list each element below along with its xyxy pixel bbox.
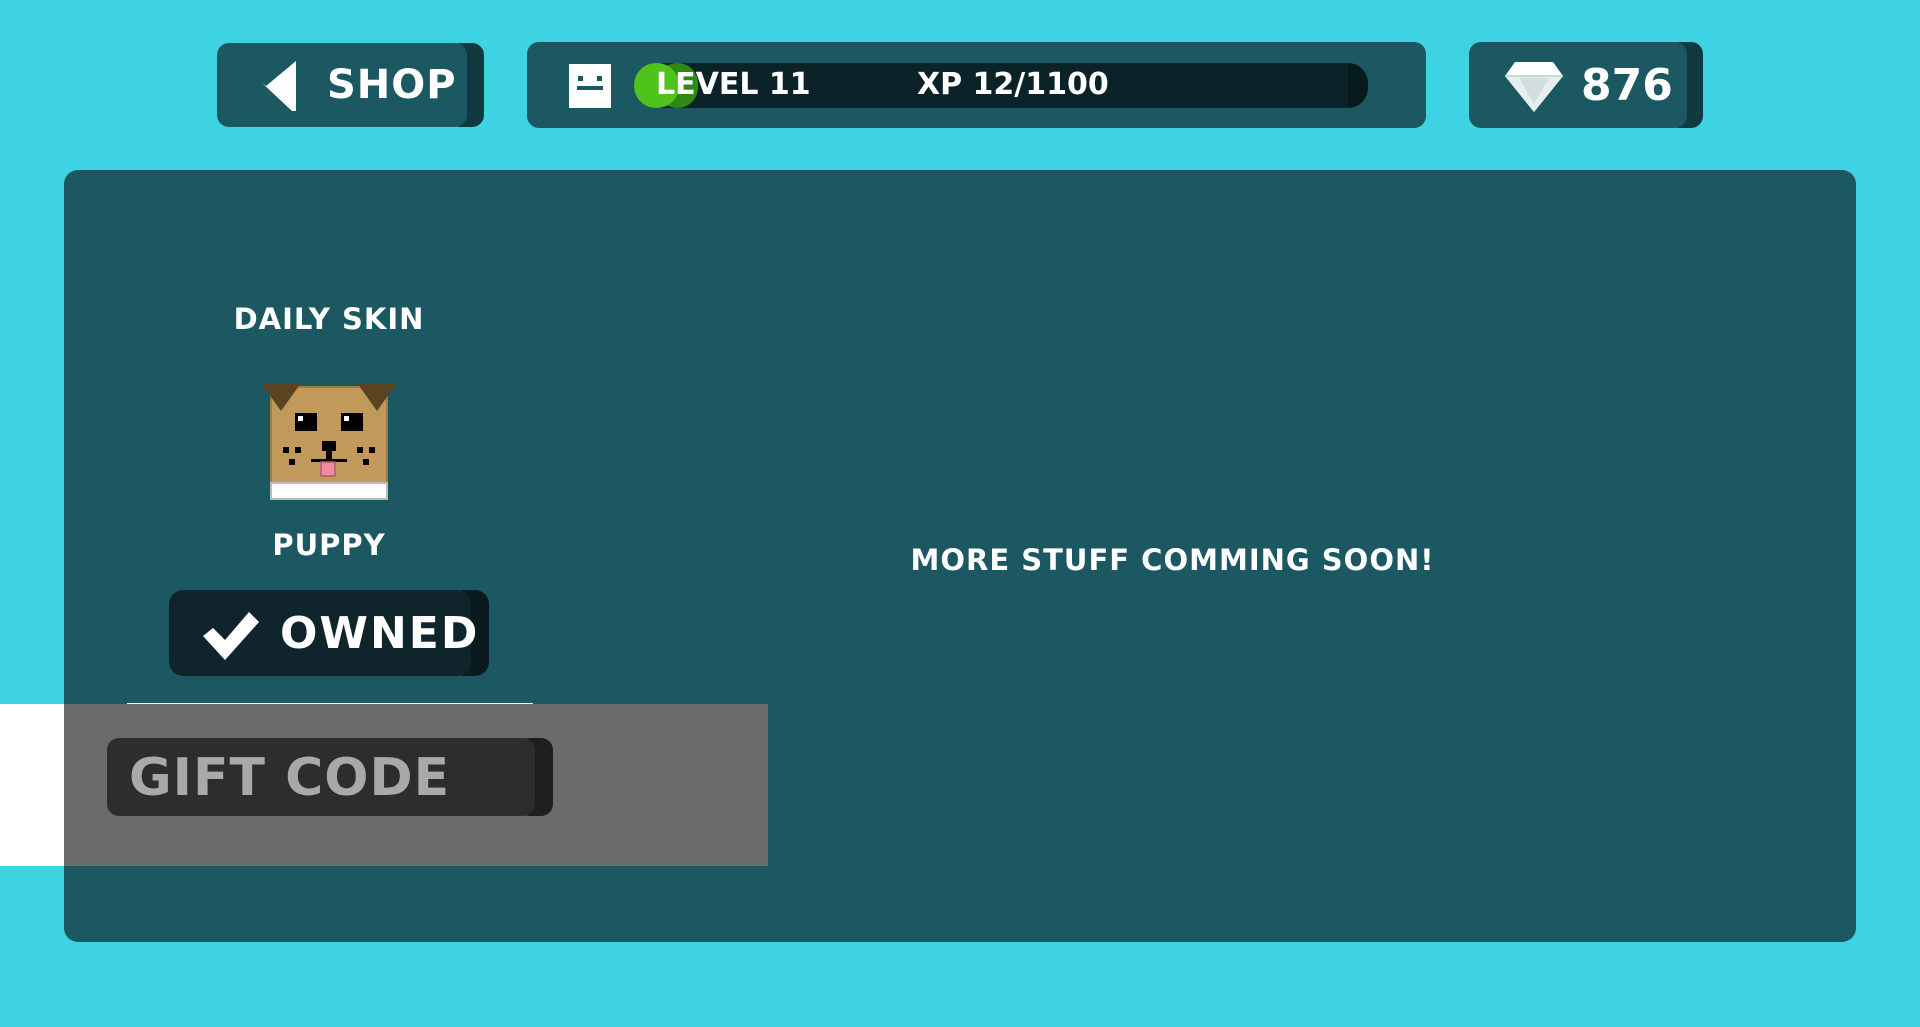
skin-name: PUPPY [272,528,386,562]
chevron-left-icon [262,61,296,111]
xp-label: XP 12/1100 [917,67,1109,102]
shop-button[interactable]: SHOP [217,43,484,127]
daily-skin-title: DAILY SKIN [233,302,425,336]
coming-soon-message: MORE STUFF COMMING SOON! [910,543,1435,577]
gift-code-button[interactable]: GIFT CODE [107,738,553,816]
player-face-icon [569,64,611,108]
owned-button[interactable]: OWNED [169,590,489,676]
xp-panel: LEVEL 11 XP 12/1100 [527,42,1426,128]
level-label: LEVEL 11 [656,67,811,102]
gift-code-label: GIFT CODE [129,748,451,808]
owned-label: OWNED [280,608,480,659]
shop-label: SHOP [327,62,457,108]
gem-counter: 876 [1469,42,1703,128]
puppy-skin-icon[interactable] [259,383,399,501]
xp-track-end [1348,63,1368,108]
diamond-icon [1505,62,1563,112]
gift-code-overlay-edge [0,704,64,866]
checkmark-icon [203,612,259,660]
gem-count: 876 [1581,60,1673,111]
